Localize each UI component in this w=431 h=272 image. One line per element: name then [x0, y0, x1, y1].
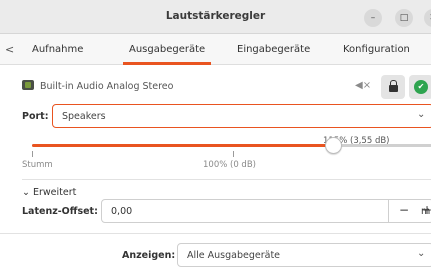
port-value: Speakers — [62, 111, 106, 122]
tab-aufnahme[interactable]: Aufnahme — [32, 44, 83, 55]
volume-slider-track[interactable] — [32, 144, 431, 147]
device-name: Built-in Audio Analog Stereo — [40, 81, 174, 92]
slider-tick-mute — [32, 151, 33, 157]
tab-konfiguration[interactable]: Konfiguration — [343, 44, 410, 55]
divider — [388, 200, 389, 222]
chevron-down-icon: ⌄ — [417, 248, 426, 259]
show-filter-value: Alle Ausgabegeräte — [187, 250, 281, 261]
device-header: Built-in Audio Analog Stereo ◀× ✔ — [0, 75, 431, 101]
divider — [22, 179, 431, 180]
tab-scroll-left-icon[interactable]: < — [5, 43, 14, 56]
port-label: Port: — [22, 111, 49, 122]
slider-mark-mute: Stumm — [22, 160, 53, 170]
slider-tick-100 — [233, 151, 234, 157]
divider — [0, 233, 431, 234]
port-select[interactable]: Speakers ⌄ — [52, 104, 431, 128]
tab-eingabegeraete[interactable]: Eingabegeräte — [237, 44, 310, 55]
latency-offset-value[interactable]: 0,00 — [111, 206, 132, 217]
latency-unit: m — [421, 206, 431, 217]
advanced-expander[interactable]: ⌄ Erweitert — [22, 187, 76, 198]
show-filter-select[interactable]: Alle Ausgabegeräte ⌄ — [177, 243, 431, 267]
chevron-down-icon: ⌄ — [22, 187, 30, 198]
volume-slider-fill — [32, 144, 333, 147]
chevron-down-icon: ⌄ — [417, 109, 426, 120]
show-filter-label: Anzeigen: — [122, 250, 176, 261]
set-default-button[interactable]: ✔ — [409, 75, 431, 99]
decrement-button[interactable]: − — [399, 203, 409, 217]
advanced-label: Erweitert — [33, 187, 77, 198]
tab-bar: < Aufnahme Ausgabegeräte Eingabegeräte K… — [0, 34, 431, 65]
lock-icon — [389, 80, 398, 92]
volume-slider-handle[interactable] — [324, 137, 342, 154]
slider-mark-100: 100% (0 dB) — [203, 160, 256, 170]
maximize-button[interactable]: □ — [395, 9, 413, 27]
latency-offset-field[interactable]: 0,00 − + — [101, 199, 431, 223]
lock-channels-button[interactable] — [381, 75, 405, 99]
title-bar: Lautstärkeregler – □ ✕ — [0, 0, 431, 34]
speaker-muted-icon[interactable]: ◀× — [355, 80, 371, 91]
sound-card-icon — [22, 80, 34, 90]
close-button[interactable]: ✕ — [424, 9, 431, 27]
tab-ausgabegeraete[interactable]: Ausgabegeräte — [122, 44, 212, 65]
check-icon: ✔ — [414, 80, 428, 94]
minimize-button[interactable]: – — [364, 9, 382, 27]
latency-offset-label: Latenz-Offset: — [22, 206, 98, 217]
